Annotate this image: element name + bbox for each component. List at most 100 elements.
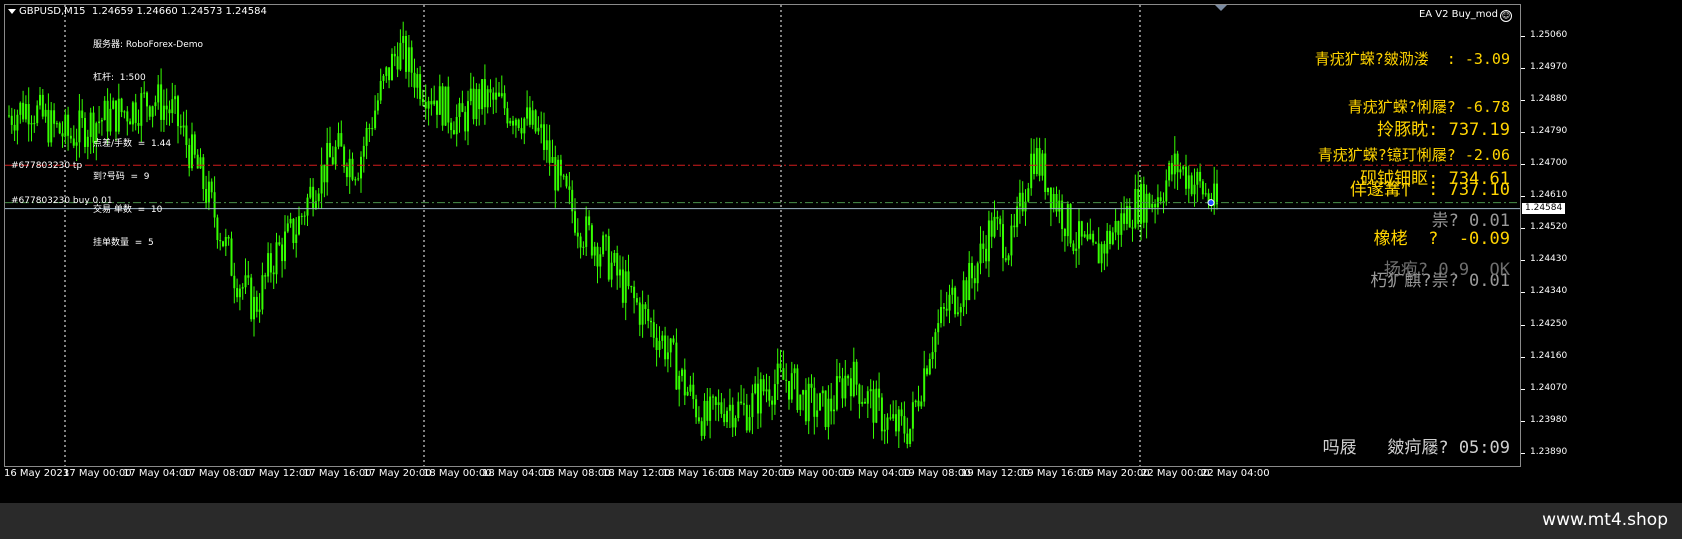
candle-body xyxy=(64,114,67,137)
candle-body xyxy=(27,104,30,125)
spread-panel: 扬疱? 0.9 OK xyxy=(1384,220,1510,320)
time-tick: 19 May 04:00 xyxy=(842,468,911,479)
candle-body xyxy=(371,128,374,130)
candle-body xyxy=(731,404,734,428)
candle-body xyxy=(345,167,348,178)
candle-body xyxy=(438,86,441,115)
candle-body xyxy=(849,378,852,397)
candle-body xyxy=(906,433,909,444)
candle-body xyxy=(543,124,545,150)
price-tick: 1.24610 xyxy=(1530,190,1568,201)
candle-body xyxy=(734,418,737,428)
candle-body xyxy=(1140,184,1142,224)
candle-body xyxy=(889,417,892,419)
candle-body xyxy=(292,218,295,243)
candle-body xyxy=(841,378,844,399)
candle-body xyxy=(745,404,748,431)
candle-body xyxy=(489,89,492,93)
candle-body xyxy=(1075,248,1078,251)
candle-body xyxy=(568,186,571,190)
price-chart xyxy=(5,5,1520,466)
candle-body xyxy=(658,340,661,350)
candle-body xyxy=(523,118,526,134)
candle-body xyxy=(954,287,957,315)
candle-body xyxy=(971,263,973,279)
candle-body xyxy=(962,280,965,307)
chart-menu-arrow-icon[interactable] xyxy=(8,9,16,14)
candle-body xyxy=(520,128,523,134)
candle-body xyxy=(1080,221,1083,237)
candle-body xyxy=(329,143,331,158)
time-scale[interactable]: 16 May 2023 17 May 00:00 17 May 04:00 17 Ma… xyxy=(0,467,1682,503)
candle-body xyxy=(956,312,959,315)
candle-body xyxy=(706,400,709,421)
time-tick: 18 May 04:00 xyxy=(482,468,551,479)
candle-body xyxy=(985,248,988,262)
candle-body xyxy=(838,376,841,379)
candle-body xyxy=(940,307,942,324)
candle-body xyxy=(903,416,906,434)
candle-body xyxy=(300,215,303,217)
symbol-header: GBPUSD,M15 1.24659 1.24660 1.24573 1.245… xyxy=(19,6,267,18)
candle-body xyxy=(13,124,16,131)
candle-body xyxy=(436,100,438,115)
candle-body xyxy=(607,236,610,280)
candle-body xyxy=(675,342,678,390)
candle-body xyxy=(754,383,757,394)
candle-body xyxy=(1063,229,1066,237)
candle-body xyxy=(864,401,866,404)
candle-body xyxy=(278,242,281,245)
candle-body xyxy=(357,178,360,180)
candle-body xyxy=(526,107,529,119)
candle-body xyxy=(602,235,605,255)
candle-body xyxy=(8,115,10,117)
candle-body xyxy=(911,402,914,429)
candle-body xyxy=(945,308,948,311)
candle-body xyxy=(75,142,78,146)
candle-body xyxy=(920,401,923,407)
price-tick: 1.24070 xyxy=(1530,382,1568,393)
candle-body xyxy=(289,218,292,224)
candle-body xyxy=(284,231,286,262)
candle-body xyxy=(700,421,703,436)
account-info: 服务器: RoboForex-Demo 杠杆: 1:500 点差/手数 = 1.… xyxy=(93,18,203,271)
candle-body xyxy=(1162,201,1165,203)
candle-body xyxy=(689,384,692,392)
candle-body xyxy=(982,243,985,249)
candle-body xyxy=(638,302,641,325)
candle-body xyxy=(50,110,53,143)
candle-body xyxy=(937,323,940,333)
candle-body xyxy=(931,352,934,359)
candle-body xyxy=(512,120,514,126)
candle-body xyxy=(799,394,802,410)
chart-area[interactable]: GBPUSD,M15 1.24659 1.24660 1.24573 1.245… xyxy=(4,4,1521,467)
candle-body xyxy=(790,373,793,400)
candle-body xyxy=(666,352,669,360)
candle-body xyxy=(464,111,467,132)
candle-body xyxy=(419,74,422,99)
candle-body xyxy=(830,398,833,412)
candle-body xyxy=(917,400,920,407)
leverage-line: 杠杆: 1:500 xyxy=(93,73,146,83)
candle-body xyxy=(360,156,362,179)
candle-body xyxy=(343,146,346,168)
candle-body xyxy=(472,88,475,120)
candle-body xyxy=(22,102,25,120)
candle-body xyxy=(1137,189,1140,224)
price-tick-mark xyxy=(1521,164,1525,166)
candle-body xyxy=(1154,203,1157,208)
candle-body xyxy=(703,400,706,436)
candle-body xyxy=(1151,203,1154,208)
candle-body xyxy=(652,322,655,338)
candle-body xyxy=(762,379,765,392)
server-line: 服务器: RoboForex-Demo xyxy=(93,40,204,50)
candle-body xyxy=(303,215,306,217)
shift-marker-icon[interactable] xyxy=(1215,5,1227,11)
candle-body xyxy=(244,275,247,288)
candle-body xyxy=(58,123,61,134)
candle-body xyxy=(224,237,227,247)
price-scale[interactable]: 1.25060 1.24970 1.24880 1.24790 1.24700 1.246… xyxy=(1521,4,1682,467)
candle-body xyxy=(478,89,481,110)
candle-body xyxy=(847,375,850,379)
candle-body xyxy=(450,122,453,131)
